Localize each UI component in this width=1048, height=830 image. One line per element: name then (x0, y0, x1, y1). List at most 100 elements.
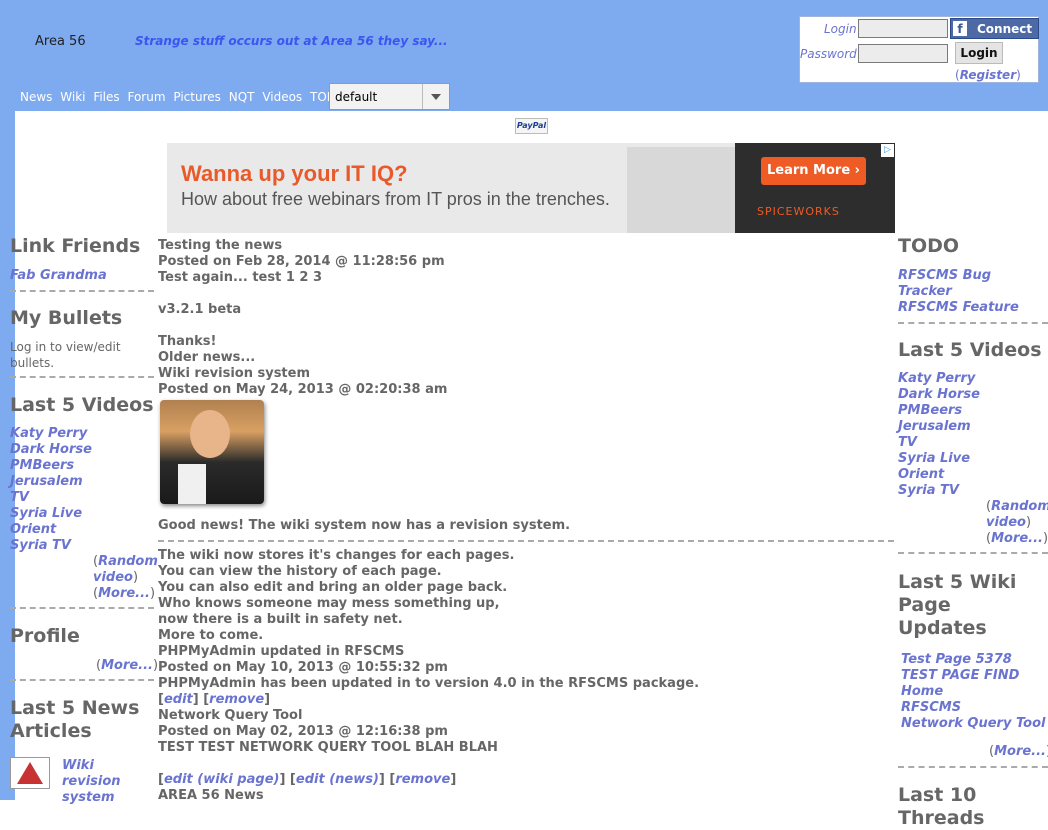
wiki-page-link[interactable]: Test Page 5378 (901, 652, 1048, 668)
video-link[interactable]: Syria Live (10, 506, 154, 522)
todo-link[interactable]: RFSCMS Feature (898, 300, 1048, 316)
video-link[interactable]: Orient (898, 467, 1048, 483)
username-input[interactable] (858, 19, 948, 38)
edit-news-link[interactable]: edit (news) (296, 772, 379, 787)
video-link[interactable]: Jerusalem (898, 419, 1048, 435)
video-link[interactable]: Katy Perry (10, 426, 154, 442)
profile-more-link[interactable]: More... (101, 658, 153, 673)
site-name[interactable]: Area 56 (35, 34, 86, 49)
video-link[interactable]: TV (898, 435, 1048, 451)
remove-link[interactable]: remove (395, 772, 450, 787)
more-videos-link[interactable]: More... (98, 586, 150, 601)
news-body: v3.2.1 beta (158, 302, 242, 317)
ad-banner[interactable]: Wanna up your IT IQ? How about free webi… (167, 143, 895, 233)
video-link[interactable]: Jerusalem (10, 474, 154, 490)
link-friends-heading: Link Friends (10, 235, 141, 257)
remove-link[interactable]: remove (209, 692, 264, 707)
edit-wiki-link[interactable]: edit (wiki page) (164, 772, 280, 787)
last-videos-heading: Last 5 Videos (898, 339, 1042, 361)
site-tagline: Strange stuff occurs out at Area 56 they… (135, 34, 448, 48)
photo-shirt (178, 464, 206, 504)
nav-pictures[interactable]: Pictures (173, 90, 221, 104)
nav-files[interactable]: Files (93, 90, 119, 104)
nav-videos[interactable]: Videos (262, 90, 302, 104)
divider (10, 290, 154, 292)
divider (158, 540, 894, 542)
login-button[interactable]: Login (955, 42, 1003, 64)
video-link[interactable]: PMBeers (10, 458, 154, 474)
password-label: Password (800, 47, 857, 61)
paypal-donate-button[interactable]: PayPal (515, 118, 548, 134)
ad-subline: How about free webinars from IT pros in … (181, 189, 610, 209)
random-video-wrap: (Random video) (986, 499, 1048, 531)
random-video-link[interactable]: Random video (986, 499, 1048, 530)
nav-wiki[interactable]: Wiki (60, 90, 85, 104)
news-thumbnail[interactable] (10, 757, 50, 789)
login-panel: Login f Connect Password Login (Register… (799, 16, 1039, 83)
video-link[interactable]: TV (10, 490, 154, 506)
wiki-page-link[interactable]: Home (901, 684, 1048, 700)
facebook-connect-label: Connect (977, 22, 1033, 36)
random-video-link[interactable]: Random video (93, 554, 158, 585)
news-date: Posted on May 02, 2013 @ 12:16:38 pm (158, 724, 448, 739)
news-body: now there is a built in safety net. (158, 612, 403, 627)
ad-headline: Wanna up your IT IQ? (181, 161, 408, 186)
older-news-link[interactable]: Older news... (158, 350, 894, 366)
wiki-page-link[interactable]: TEST PAGE FIND (901, 668, 1048, 684)
facebook-connect-button[interactable]: f Connect (950, 18, 1039, 39)
wiki-page-link[interactable]: RFSCMS (901, 700, 1048, 716)
news-body: Test again... test 1 2 3 (158, 270, 323, 285)
password-input[interactable] (858, 44, 948, 63)
theme-select[interactable]: default (329, 83, 450, 110)
last-videos-heading: Last 5 Videos (10, 394, 154, 416)
nav-nqt[interactable]: NQT (229, 90, 255, 104)
divider (898, 322, 1048, 324)
ad-cta-label: Learn More (766, 163, 851, 178)
todo-heading: TODO (898, 235, 960, 257)
register-link[interactable]: Register (960, 68, 1016, 82)
news-article-link[interactable]: Wiki revision system (62, 758, 154, 806)
more-videos-link[interactable]: More... (991, 531, 1043, 546)
video-link[interactable]: Syria TV (10, 538, 154, 554)
video-link[interactable]: Katy Perry (898, 371, 1048, 387)
divider (10, 607, 154, 609)
todo-link[interactable]: RFSCMS Bug Tracker (898, 268, 1048, 300)
edit-link[interactable]: edit (164, 692, 193, 707)
news-actions: [edit] [remove] (158, 692, 271, 707)
more-videos-wrap: (More...) (986, 531, 1048, 546)
news-title[interactable]: Network Query Tool (158, 708, 894, 724)
news-title[interactable]: Wiki revision system (158, 366, 894, 382)
video-link[interactable]: Syria Live (898, 451, 1048, 467)
chevron-down-icon (422, 84, 449, 109)
adchoices-icon[interactable]: ▷ (881, 144, 894, 157)
wiki-page-link[interactable]: Network Query Tool (901, 716, 1048, 732)
nav-forum[interactable]: Forum (127, 90, 165, 104)
warning-icon (17, 762, 43, 784)
last-news-heading: Last 5 News Articles (10, 697, 140, 742)
video-link[interactable]: Dark Horse (898, 387, 1048, 403)
news-lead: Good news! The wiki system now has a rev… (158, 518, 571, 533)
wiki-updates-heading: Last 5 Wiki Page Updates (898, 571, 1017, 639)
video-link[interactable]: PMBeers (898, 403, 1048, 419)
news-title[interactable]: AREA 56 News (158, 788, 894, 804)
last-threads-heading: Last 10 Threads (898, 784, 985, 829)
news-title[interactable]: Testing the news (158, 238, 894, 254)
left-sidebar: Link Friends Fab Grandma My Bullets Log … (10, 233, 158, 806)
ad-brain-image (627, 147, 735, 233)
wiki-more-link[interactable]: More... (994, 744, 1046, 759)
theme-select-value: default (335, 90, 378, 104)
photo-face (190, 410, 230, 458)
video-link[interactable]: Dark Horse (10, 442, 154, 458)
news-date: Posted on May 24, 2013 @ 02:20:38 am (158, 382, 448, 397)
video-link[interactable]: Syria TV (898, 483, 1048, 499)
news-date: Posted on May 10, 2013 @ 10:55:32 pm (158, 660, 448, 675)
ad-learn-more-button[interactable]: Learn More › (761, 157, 866, 185)
news-body: Thanks! (158, 334, 217, 349)
login-label: Login (824, 22, 857, 36)
friend-link[interactable]: Fab Grandma (10, 268, 154, 284)
news-title[interactable]: PHPMyAdmin updated in RFSCMS (158, 644, 894, 660)
profile-heading: Profile (10, 625, 80, 647)
nav-news[interactable]: News (20, 90, 52, 104)
video-link[interactable]: Orient (10, 522, 154, 538)
news-body: You can also edit and bring an older pag… (158, 580, 508, 595)
